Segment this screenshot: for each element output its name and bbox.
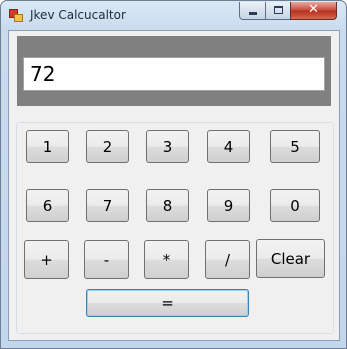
digit-0-button[interactable]: 0 [270,189,320,222]
digit-9-button[interactable]: 9 [207,189,250,222]
close-button[interactable]: ✕ [290,2,337,20]
digit-1-button[interactable]: 1 [26,130,69,163]
minimize-button[interactable] [239,2,266,20]
digit-5-button[interactable]: 5 [270,130,320,163]
clear-button[interactable]: Clear [256,239,325,278]
digit-3-button[interactable]: 3 [146,130,189,163]
calculator-window: Jkev Calcucaltor ✕ 72 1 2 3 4 5 6 7 8 9 … [0,0,347,349]
maximize-button[interactable] [265,2,291,20]
digit-7-button[interactable]: 7 [86,189,129,222]
digit-8-button[interactable]: 8 [146,189,189,222]
maximize-icon [274,6,283,14]
app-icon [9,9,23,22]
digit-6-button[interactable]: 6 [26,189,69,222]
minimize-icon [249,12,257,15]
divide-button[interactable]: / [205,240,250,279]
keypad-group: 1 2 3 4 5 6 7 8 9 0 + - * / Clear = [16,122,334,334]
multiply-button[interactable]: * [144,240,189,279]
client-area: 72 1 2 3 4 5 6 7 8 9 0 + - * / Clear = [8,30,340,341]
close-icon: ✕ [308,2,319,17]
result-display[interactable]: 72 [23,57,325,91]
digit-2-button[interactable]: 2 [86,130,129,163]
title-bar[interactable]: Jkev Calcucaltor ✕ [1,1,346,30]
equals-button[interactable]: = [86,289,249,317]
subtract-button[interactable]: - [84,240,129,279]
add-button[interactable]: + [24,240,69,279]
digit-4-button[interactable]: 4 [207,130,250,163]
display-panel: 72 [17,36,331,106]
window-title: Jkev Calcucaltor [30,8,126,22]
